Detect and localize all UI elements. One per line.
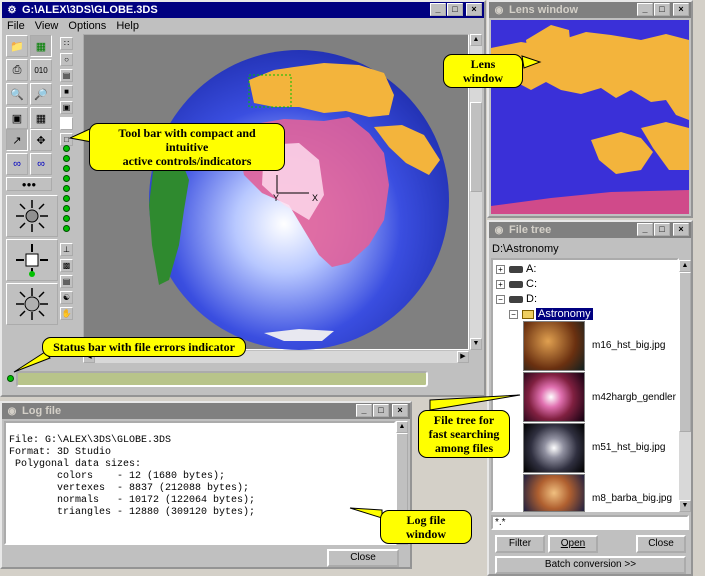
callout-status-bar: Status bar with file errors indicator	[42, 337, 246, 357]
callout-lens-window: Lens window	[443, 54, 523, 88]
callout-pointers	[13, 55, 542, 519]
callout-toolbar: Tool bar with compact and intuitive acti…	[89, 123, 285, 171]
callout-file-tree: File tree for fast searching among files	[418, 410, 510, 458]
callout-log-file: Log file window	[380, 510, 472, 544]
